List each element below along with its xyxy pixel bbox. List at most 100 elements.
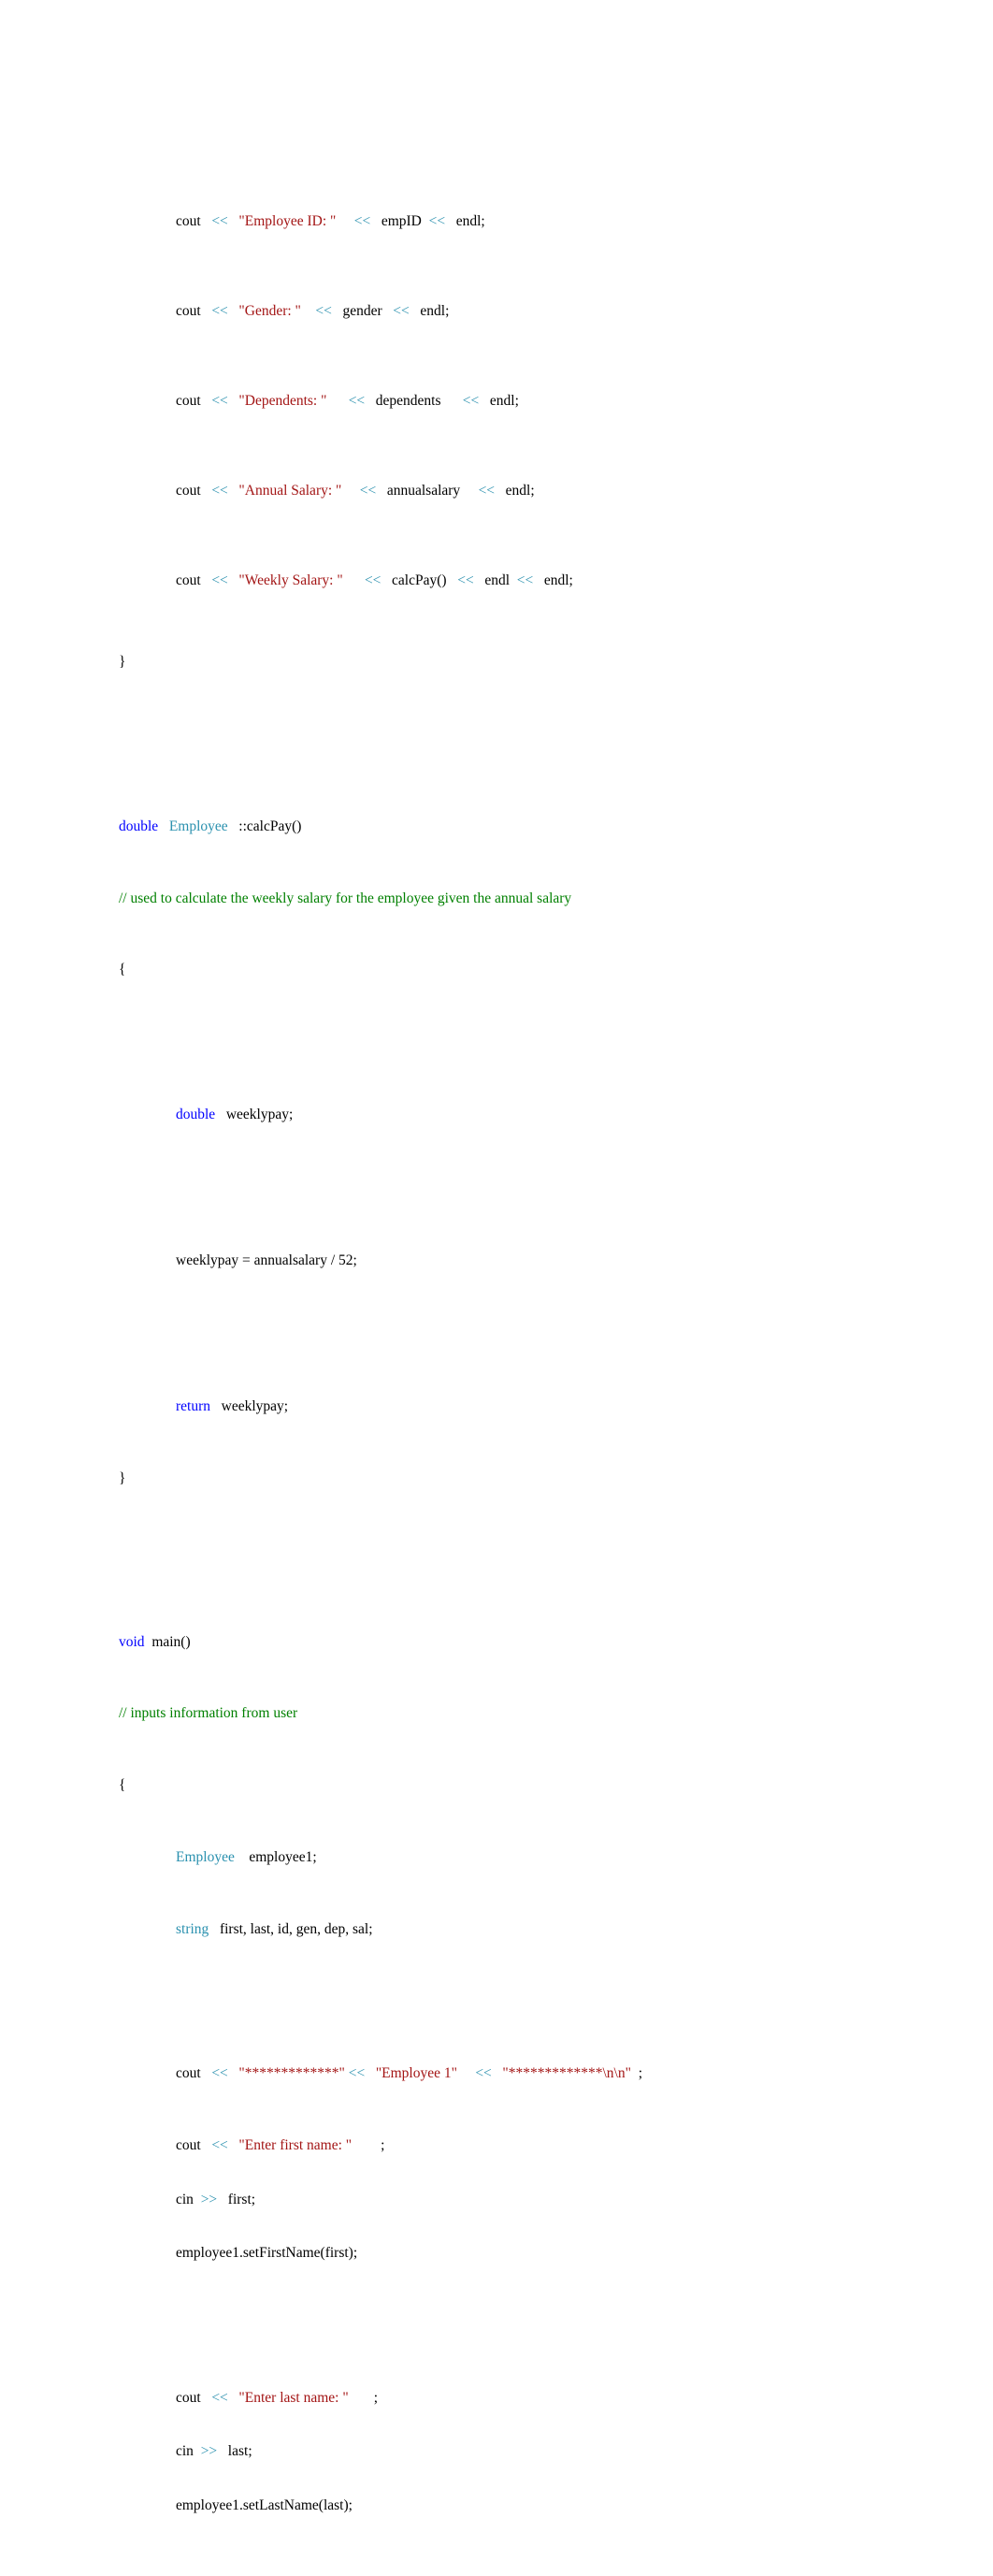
endl-token: endl;: [543, 572, 573, 589]
cout-keyword: cout: [176, 2136, 201, 2153]
stream-operator: <<: [393, 302, 410, 319]
stream-operator: <<: [348, 2065, 366, 2082]
type-employee: Employee: [176, 1848, 235, 1865]
method-call: employee1.setLastName(last);: [176, 2496, 353, 2513]
comment-text: // inputs information from user: [119, 1705, 298, 1722]
code-line-main-comment: // inputs information from user: [119, 1704, 923, 1722]
brace-token: }: [119, 654, 126, 671]
keyword-double: double: [119, 818, 159, 834]
stream-operator: <<: [211, 2136, 228, 2153]
method-call: employee1.setFirstName(first);: [176, 2245, 358, 2262]
code-line-cout-annual-salary: cout << "Annual Salary: " << annualsalar…: [119, 473, 923, 510]
code-line-prompt-last-name: cout << "Enter last name: " ;: [119, 2389, 923, 2407]
code-line-main-open-brace: {: [119, 1776, 923, 1794]
type-employee: Employee: [168, 818, 228, 834]
brace-token: }: [119, 1470, 126, 1487]
cout-keyword: cout: [176, 2389, 201, 2406]
cout-keyword: cout: [176, 572, 201, 589]
cout-keyword: cout: [176, 483, 201, 499]
string-literal: "Gender: ": [238, 302, 301, 319]
cout-keyword: cout: [176, 393, 201, 410]
identifier: weeklypay;: [225, 1106, 294, 1122]
string-literal: "Enter first name: ": [238, 2136, 353, 2153]
identifier-list: first, last, id, gen, dep, sal;: [219, 1920, 373, 1937]
stream-operator: <<: [211, 212, 228, 229]
code-line-cin-first: cin >> first;: [119, 2191, 923, 2208]
code-line-calcpay-open-brace: {: [119, 961, 923, 978]
code-line-calcpay-close-brace: }: [119, 1469, 923, 1488]
comment-text: // used to calculate the weekly salary f…: [119, 890, 572, 906]
code-line-cin-last: cin >> last;: [119, 2442, 923, 2460]
function-name: main(): [151, 1633, 191, 1650]
stream-operator: <<: [211, 302, 228, 319]
identifier: empID: [381, 212, 422, 229]
cout-keyword: cout: [176, 2065, 201, 2082]
semicolon-token: ;: [373, 2389, 379, 2406]
code-line-string-decl: string first, last, id, gen, dep, sal;: [119, 1920, 923, 1938]
endl-token: endl;: [455, 212, 485, 229]
stream-operator: <<: [211, 2065, 228, 2082]
keyword-void: void: [119, 1633, 145, 1650]
string-literal: "Dependents: ": [238, 393, 327, 410]
code-line-return-weeklypay: return weeklypay;: [119, 1397, 923, 1415]
semicolon-token: ;: [638, 2065, 643, 2082]
code-line-calcpay-comment: // used to calculate the weekly salary f…: [119, 890, 923, 907]
keyword-return: return: [176, 1398, 211, 1415]
identifier: gender: [342, 302, 382, 319]
code-line-weeklypay-decl: double weeklypay;: [119, 1106, 923, 1124]
code-line-banner-employee1: cout << "*************" << "Employee 1" …: [119, 2064, 923, 2082]
function-name: ::calcPay(): [238, 818, 302, 834]
code-line-calcpay-signature: double Employee ::calcPay(): [119, 818, 923, 835]
type-string: string: [176, 1920, 209, 1937]
stream-operator: >>: [200, 2443, 218, 2460]
code-line-set-first-name: employee1.setFirstName(first);: [119, 2244, 923, 2262]
cin-keyword: cin: [176, 2191, 194, 2207]
stream-operator: <<: [478, 483, 496, 499]
stream-operator: <<: [359, 483, 377, 499]
code-line-prompt-first-name: cout << "Enter first name: " ;: [119, 2136, 923, 2154]
brace-token: {: [119, 962, 126, 978]
identifier: last;: [227, 2443, 252, 2460]
string-literal: "Enter last name: ": [238, 2389, 349, 2406]
stream-operator: <<: [348, 393, 366, 410]
identifier: weeklypay;: [221, 1398, 289, 1415]
endl-token: endl;: [505, 483, 535, 499]
code-line-cout-gender: cout << "Gender: " << gender << endl;: [119, 294, 923, 330]
keyword-double: double: [176, 1106, 216, 1122]
stream-operator: <<: [211, 393, 228, 410]
code-line-cout-dependents: cout << "Dependents: " << dependents << …: [119, 384, 923, 420]
identifier: annualsalary: [386, 483, 461, 499]
semicolon-token: ;: [381, 2136, 385, 2153]
string-literal-stars-left: "*************": [238, 2065, 345, 2082]
stream-operator: <<: [364, 572, 381, 589]
identifier: employee1;: [249, 1848, 317, 1865]
brace-token: {: [119, 1777, 126, 1794]
endl-token: endl;: [420, 302, 450, 319]
stream-operator: <<: [457, 572, 474, 589]
stream-operator: <<: [475, 2065, 492, 2082]
stream-operator: <<: [428, 212, 446, 229]
endl-token: endl;: [489, 393, 519, 410]
code-line-weeklypay-assignment: weeklypay = annualsalary / 52;: [119, 1252, 923, 1270]
endl-token: endl: [484, 572, 510, 589]
stream-operator: <<: [211, 2389, 228, 2406]
code-listing: cout << "Employee ID: " << empID << endl…: [119, 132, 923, 2576]
identifier: first;: [227, 2191, 256, 2207]
identifier: calcPay(): [392, 572, 447, 589]
stream-operator: <<: [211, 572, 228, 589]
string-literal-title: "Employee 1": [375, 2065, 457, 2082]
document-page: cout << "Employee ID: " << empID << endl…: [0, 0, 993, 2513]
code-line-cout-empid: cout << "Employee ID: " << empID << endl…: [119, 204, 923, 240]
cout-keyword: cout: [176, 212, 201, 229]
expression: weeklypay = annualsalary / 52;: [176, 1252, 357, 1269]
cout-keyword: cout: [176, 302, 201, 319]
stream-operator: >>: [200, 2191, 218, 2207]
